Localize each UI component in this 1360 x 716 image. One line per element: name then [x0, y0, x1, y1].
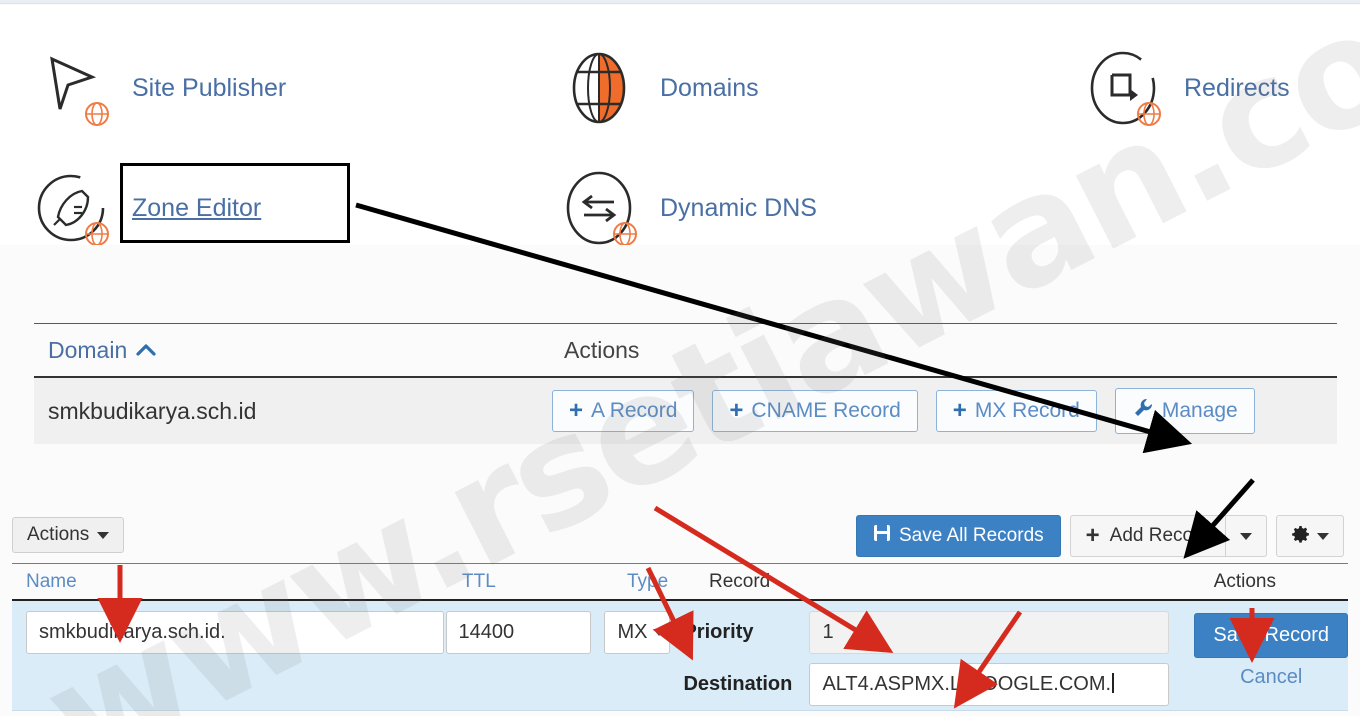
plus-icon: +	[569, 397, 584, 424]
save-all-records-label: Save All Records	[898, 525, 1044, 546]
globe-badge-icon	[612, 221, 638, 247]
settings-dropdown-button[interactable]	[1276, 515, 1344, 557]
record-ttl-input[interactable]: 14400	[445, 611, 591, 654]
globe-badge-icon	[84, 221, 110, 247]
table-row: smkbudikarya.sch.id + A Record + CNAME R…	[34, 378, 1337, 444]
domain-table: Domain Actions smkbudikarya.sch.id + A R…	[34, 323, 1337, 444]
add-record-split-button: + Add Record	[1069, 515, 1267, 557]
add-record-button[interactable]: + Add Record	[1069, 515, 1226, 557]
plus-icon: +	[952, 397, 967, 424]
feature-tiles-panel: Site Publisher Domains Redirects Zone Ed…	[0, 5, 1360, 246]
record-edit-row: smkbudikarya.sch.id. 14400 MX Priority 1…	[12, 601, 1349, 711]
actions-dropdown-button[interactable]: Actions	[12, 517, 125, 553]
tile-label-redirects: Redirects	[1184, 73, 1290, 102]
column-header-actions: Actions	[564, 336, 640, 363]
screenshot-root: Site Publisher Domains Redirects Zone Ed…	[0, 0, 1360, 716]
text-cursor	[1112, 673, 1115, 693]
destination-field-row: Destination ALT4.ASPMX.L.GOOGLE.COM.	[683, 663, 1184, 706]
record-name-input[interactable]: smkbudikarya.sch.id.	[26, 611, 444, 654]
cursor-arrow-icon	[30, 47, 112, 129]
redirect-arrow-icon	[1082, 47, 1164, 129]
records-toolbar: Actions Save All Records + Add Record	[0, 505, 1360, 563]
gear-icon	[1291, 525, 1310, 547]
caret-up-icon	[135, 337, 157, 364]
save-disk-icon	[873, 524, 891, 548]
column-header-name[interactable]: Name	[12, 571, 462, 593]
wrench-icon	[1132, 397, 1154, 425]
cancel-link[interactable]: Cancel	[1240, 666, 1302, 689]
priority-label: Priority	[683, 621, 754, 643]
caret-down-icon	[1317, 532, 1329, 540]
caret-down-icon	[97, 531, 110, 539]
records-toolbar-right: Save All Records + Add Record	[855, 515, 1344, 557]
globe-icon	[558, 47, 640, 129]
tile-label-dynamic-dns: Dynamic DNS	[660, 193, 817, 222]
priority-field-row: Priority 1	[683, 611, 1184, 654]
globe-badge-icon	[84, 101, 110, 127]
tile-dynamic-dns[interactable]: Dynamic DNS	[558, 167, 817, 249]
records-table: Name TTL Type Record Actions smkbudikary…	[12, 563, 1349, 711]
record-priority-input[interactable]: 1	[809, 611, 1170, 654]
domain-table-header: Domain Actions	[34, 323, 1337, 378]
add-mx-record-label: MX Record	[974, 399, 1080, 422]
column-header-record: Record	[709, 570, 771, 592]
tile-site-publisher[interactable]: Site Publisher	[30, 47, 286, 129]
tile-label-zone-editor: Zone Editor	[132, 193, 262, 222]
add-record-label: Add Record	[1109, 525, 1210, 546]
domain-table-panel: Domain Actions smkbudikarya.sch.id + A R…	[0, 245, 1360, 505]
tile-redirects[interactable]: Redirects	[1082, 47, 1290, 129]
add-mx-record-button[interactable]: + MX Record	[935, 390, 1097, 432]
tile-domains[interactable]: Domains	[558, 47, 759, 129]
save-all-records-button[interactable]: Save All Records	[855, 515, 1061, 557]
save-record-button[interactable]: Save Record	[1194, 613, 1349, 658]
record-fields-group: Priority 1 Destination ALT4.ASPMX.L.GOOG…	[683, 611, 1184, 706]
chevron-down-icon	[653, 629, 666, 636]
record-type-value: MX	[617, 621, 648, 643]
records-table-header: Name TTL Type Record Actions	[12, 563, 1348, 601]
actions-dropdown-label: Actions	[27, 524, 90, 545]
records-editor-panel: Actions Save All Records + Add Record Na…	[0, 505, 1360, 716]
plus-icon: +	[729, 397, 744, 424]
add-a-record-button[interactable]: + A Record	[552, 390, 695, 432]
destination-label: Destination	[683, 673, 793, 695]
globe-badge-icon	[1136, 101, 1162, 127]
rocket-icon	[30, 167, 112, 249]
record-destination-input[interactable]: ALT4.ASPMX.L.GOOGLE.COM.	[809, 663, 1170, 706]
column-header-ttl[interactable]: TTL	[462, 571, 627, 593]
add-cname-record-label: CNAME Record	[751, 399, 901, 422]
exchange-arrows-icon	[558, 167, 640, 249]
tile-zone-editor[interactable]: Zone Editor	[30, 167, 261, 249]
record-type-select[interactable]: MX	[604, 611, 671, 654]
manage-button[interactable]: Manage	[1114, 388, 1255, 434]
column-header-domain[interactable]: Domain	[34, 337, 564, 364]
domain-name-cell: smkbudikarya.sch.id	[48, 397, 257, 424]
column-header-actions: Actions	[1213, 570, 1276, 592]
tile-label-domains: Domains	[660, 73, 759, 102]
record-destination-value: ALT4.ASPMX.L.GOOGLE.COM.	[822, 673, 1112, 695]
add-record-dropdown-toggle[interactable]	[1226, 515, 1267, 557]
domain-row-actions: + A Record + CNAME Record + MX Record Ma…	[552, 388, 1255, 434]
column-header-type[interactable]: Type	[627, 571, 709, 593]
add-a-record-label: A Record	[591, 399, 678, 422]
column-header-domain-label: Domain	[48, 336, 128, 363]
plus-icon: +	[1085, 522, 1100, 549]
tile-label-site-publisher: Site Publisher	[132, 73, 287, 102]
caret-down-icon	[1240, 532, 1252, 540]
record-row-actions: Save Record Cancel	[1194, 611, 1349, 689]
add-cname-record-button[interactable]: + CNAME Record	[712, 390, 918, 432]
top-divider	[0, 0, 1360, 4]
manage-label: Manage	[1161, 399, 1238, 422]
